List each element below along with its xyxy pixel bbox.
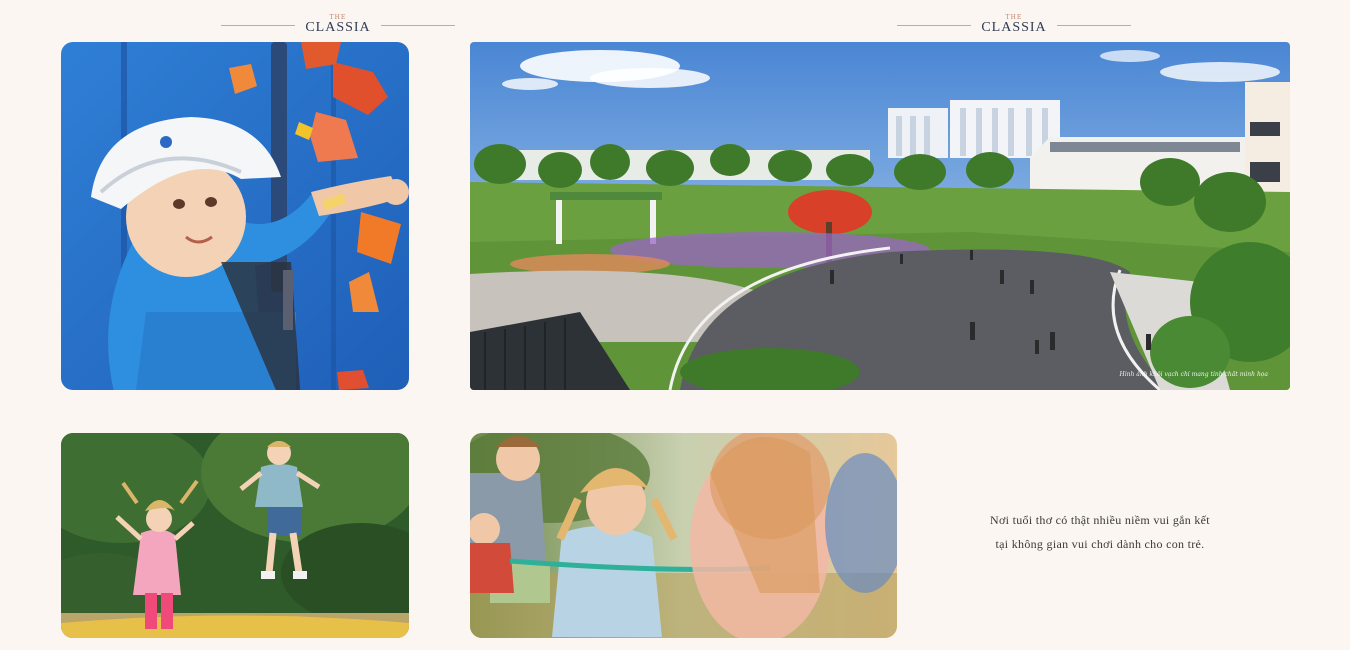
caption-line-2: tại không gian vui chơi dành cho con trẻ…: [995, 537, 1205, 551]
photo-kids-tug-of-war: [470, 433, 897, 638]
kids-jumping-illustration: [61, 433, 409, 638]
brand-rule-right: [380, 24, 455, 26]
page: THE CLASSIA THE CLASSIA Hình ảnh khối vạ…: [0, 0, 1350, 650]
photo-climbing-wall: [61, 42, 409, 390]
brand-logo: THE CLASSIA: [981, 15, 1046, 35]
caption-line-1: Nơi tuổi thơ có thật nhiều niềm vui gắn …: [990, 513, 1210, 527]
brand-rule-left: [221, 24, 296, 26]
brand-name: CLASSIA: [305, 20, 371, 35]
tug-of-war-illustration: [470, 433, 897, 638]
park-render-illustration: [470, 42, 1290, 390]
brand-name: CLASSIA: [981, 20, 1047, 35]
brand-rule-right: [1056, 24, 1131, 26]
photo-kids-jumping: [61, 433, 409, 638]
brand-mark-left: THE CLASSIA: [220, 10, 456, 40]
render-disclaimer-note: Hình ảnh khối vạch chỉ mang tính chất mi…: [1119, 371, 1268, 378]
brand-mark-right: THE CLASSIA: [896, 10, 1132, 40]
brand-rule-left: [897, 24, 972, 26]
brand-logo: THE CLASSIA: [305, 15, 370, 35]
photo-park-render: Hình ảnh khối vạch chỉ mang tính chất mi…: [470, 42, 1290, 390]
gallery-caption: Nơi tuổi thơ có thật nhiều niềm vui gắn …: [940, 508, 1260, 556]
climbing-wall-illustration: [61, 42, 409, 390]
